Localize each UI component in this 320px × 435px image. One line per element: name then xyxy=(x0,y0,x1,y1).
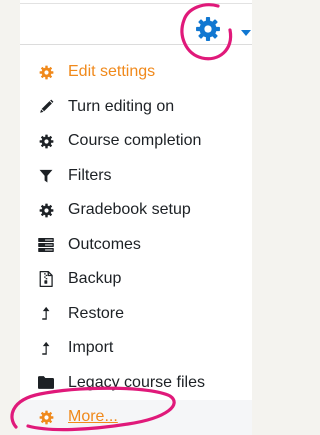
menu-item-legacy-course-files[interactable]: Legacy course files xyxy=(20,366,252,401)
menu-item-outcomes[interactable]: Outcomes xyxy=(20,228,252,263)
level-up-icon xyxy=(38,340,54,356)
menu-item-backup[interactable]: Backup xyxy=(20,262,252,297)
gear-icon xyxy=(38,202,54,218)
menu-item-import[interactable]: Import xyxy=(20,331,252,366)
menu-item-label: Restore xyxy=(68,304,125,322)
menu-item-edit-settings[interactable]: Edit settings xyxy=(20,55,252,90)
menu-item-filters[interactable]: Filters xyxy=(20,159,252,194)
menu-item-label: Turn editing on xyxy=(68,97,175,115)
gear-icon xyxy=(38,409,54,425)
outcomes-icon xyxy=(38,237,54,253)
gear-icon xyxy=(38,133,54,149)
menu-item-label: More... xyxy=(68,408,118,426)
gear-icon xyxy=(196,17,220,41)
menu-item-restore[interactable]: Restore xyxy=(20,297,252,332)
menu-item-gradebook-setup[interactable]: Gradebook setup xyxy=(20,193,252,228)
caret-down-icon[interactable] xyxy=(241,30,251,36)
filter-icon xyxy=(38,168,54,184)
course-admin-panel: Edit settings Turn editing on Course com… xyxy=(20,0,252,435)
course-actions-menu: Edit settings Turn editing on Course com… xyxy=(20,44,252,435)
menu-item-label: Outcomes xyxy=(68,235,141,253)
menu-item-more[interactable]: More... xyxy=(20,400,252,435)
menu-item-turn-editing-on[interactable]: Turn editing on xyxy=(20,90,252,125)
menu-item-label: Import xyxy=(68,339,114,357)
gear-icon xyxy=(38,64,54,80)
menu-item-label: Filters xyxy=(68,166,112,184)
menu-item-course-completion[interactable]: Course completion xyxy=(20,124,252,159)
file-archive-icon xyxy=(38,271,54,288)
menu-item-label: Backup xyxy=(68,270,122,288)
pencil-icon xyxy=(38,99,54,115)
menu-item-label: Edit settings xyxy=(68,63,156,81)
menu-item-label: Course completion xyxy=(68,132,202,150)
panel-header xyxy=(20,4,252,45)
level-up-icon xyxy=(38,306,54,322)
actions-menu-trigger[interactable] xyxy=(195,16,225,42)
folder-icon xyxy=(38,375,54,391)
menu-item-label: Gradebook setup xyxy=(68,201,191,219)
menu-item-label: Legacy course files xyxy=(68,373,205,391)
